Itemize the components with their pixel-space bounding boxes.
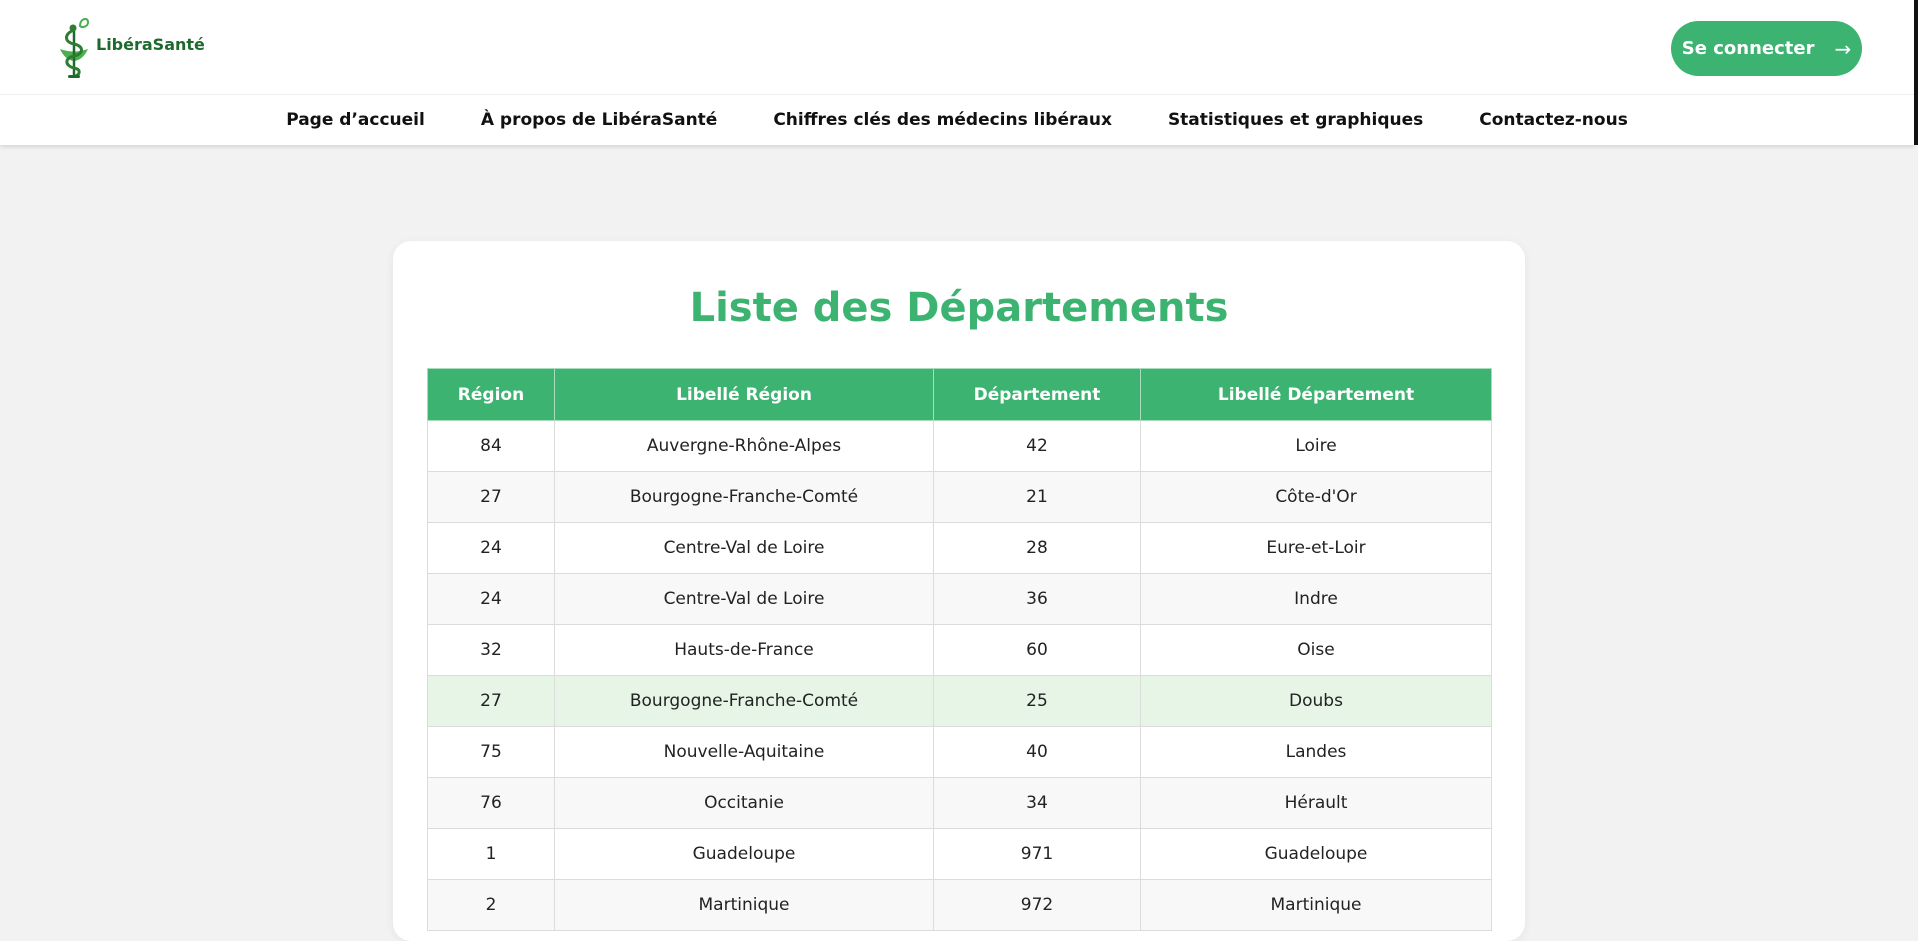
cell-department: 60 bbox=[933, 624, 1141, 676]
cell-region-label: Hauts-de-France bbox=[554, 624, 934, 676]
table-row[interactable]: 2 Martinique 972 Martinique bbox=[427, 879, 1492, 931]
cell-department: 42 bbox=[933, 420, 1141, 472]
login-button[interactable]: Se connecter → bbox=[1671, 21, 1862, 76]
cell-region: 1 bbox=[427, 828, 555, 880]
cell-region: 27 bbox=[427, 471, 555, 523]
cell-department-label: Côte-d'Or bbox=[1140, 471, 1492, 523]
table-header-row: Région Libellé Région Département Libell… bbox=[427, 368, 1492, 421]
table-row[interactable]: 84 Auvergne-Rhône-Alpes 42 Loire bbox=[427, 420, 1492, 472]
cell-region-label: Guadeloupe bbox=[554, 828, 934, 880]
cell-region-label: Nouvelle-Aquitaine bbox=[554, 726, 934, 778]
nav-item-contact[interactable]: Contactez-nous bbox=[1479, 110, 1628, 130]
cell-region: 2 bbox=[427, 879, 555, 931]
cell-region: 32 bbox=[427, 624, 555, 676]
cell-region-label: Occitanie bbox=[554, 777, 934, 829]
table-row-hovered[interactable]: 27 Bourgogne-Franche-Comté 25 Doubs bbox=[427, 675, 1492, 727]
column-header-department-label[interactable]: Libellé Département bbox=[1140, 368, 1492, 421]
nav-item-key-figures[interactable]: Chiffres clés des médecins libéraux bbox=[773, 110, 1112, 130]
table-row[interactable]: 1 Guadeloupe 971 Guadeloupe bbox=[427, 828, 1492, 880]
table-row[interactable]: 24 Centre-Val de Loire 36 Indre bbox=[427, 573, 1492, 625]
cell-region: 84 bbox=[427, 420, 555, 472]
column-header-region[interactable]: Région bbox=[427, 368, 555, 421]
cell-region: 24 bbox=[427, 522, 555, 574]
brand-logo[interactable]: LibéraSanté bbox=[56, 16, 205, 82]
table-row[interactable]: 76 Occitanie 34 Hérault bbox=[427, 777, 1492, 829]
cell-department: 21 bbox=[933, 471, 1141, 523]
cell-department-label: Doubs bbox=[1140, 675, 1492, 727]
cell-department: 25 bbox=[933, 675, 1141, 727]
cell-department-label: Landes bbox=[1140, 726, 1492, 778]
cell-department-label: Eure-et-Loir bbox=[1140, 522, 1492, 574]
page-title: Liste des Départements bbox=[689, 285, 1229, 331]
caduceus-icon bbox=[60, 17, 90, 78]
table-row[interactable]: 27 Bourgogne-Franche-Comté 21 Côte-d'Or bbox=[427, 471, 1492, 523]
cell-department: 971 bbox=[933, 828, 1141, 880]
login-button-label: Se connecter bbox=[1681, 38, 1815, 59]
cell-department-label: Oise bbox=[1140, 624, 1492, 676]
cell-department-label: Indre bbox=[1140, 573, 1492, 625]
column-header-region-label[interactable]: Libellé Région bbox=[554, 368, 934, 421]
cell-region-label: Martinique bbox=[554, 879, 934, 931]
table-row[interactable]: 24 Centre-Val de Loire 28 Eure-et-Loir bbox=[427, 522, 1492, 574]
nav-item-about[interactable]: À propos de LibéraSanté bbox=[481, 110, 718, 130]
main-nav: Page d’accueil À propos de LibéraSanté C… bbox=[0, 96, 1914, 144]
table-row[interactable]: 32 Hauts-de-France 60 Oise bbox=[427, 624, 1492, 676]
nav-item-home[interactable]: Page d’accueil bbox=[286, 110, 425, 130]
brand-name: LibéraSanté bbox=[96, 34, 205, 54]
table-row[interactable]: 75 Nouvelle-Aquitaine 40 Landes bbox=[427, 726, 1492, 778]
cell-department-label: Loire bbox=[1140, 420, 1492, 472]
cell-department: 36 bbox=[933, 573, 1141, 625]
cell-department: 972 bbox=[933, 879, 1141, 931]
cell-department: 34 bbox=[933, 777, 1141, 829]
cell-region: 24 bbox=[427, 573, 555, 625]
cell-department: 40 bbox=[933, 726, 1141, 778]
cell-region-label: Centre-Val de Loire bbox=[554, 522, 934, 574]
cell-region-label: Auvergne-Rhône-Alpes bbox=[554, 420, 934, 472]
cell-region: 27 bbox=[427, 675, 555, 727]
cell-department-label: Martinique bbox=[1140, 879, 1492, 931]
cell-region-label: Bourgogne-Franche-Comté bbox=[554, 675, 934, 727]
header-divider bbox=[0, 94, 1914, 95]
cell-department: 28 bbox=[933, 522, 1141, 574]
top-header: LibéraSanté Se connecter → Page d’accuei… bbox=[0, 0, 1914, 145]
column-header-department[interactable]: Département bbox=[933, 368, 1141, 421]
nav-item-statistics[interactable]: Statistiques et graphiques bbox=[1168, 110, 1423, 130]
cell-department-label: Hérault bbox=[1140, 777, 1492, 829]
cell-region-label: Bourgogne-Franche-Comté bbox=[554, 471, 934, 523]
departments-table: Région Libellé Région Département Libell… bbox=[427, 368, 1492, 931]
cell-region: 76 bbox=[427, 777, 555, 829]
arrow-right-icon: → bbox=[1834, 36, 1852, 61]
cell-region-label: Centre-Val de Loire bbox=[554, 573, 934, 625]
cell-region: 75 bbox=[427, 726, 555, 778]
cell-department-label: Guadeloupe bbox=[1140, 828, 1492, 880]
scrollbar-track[interactable] bbox=[1914, 0, 1918, 145]
